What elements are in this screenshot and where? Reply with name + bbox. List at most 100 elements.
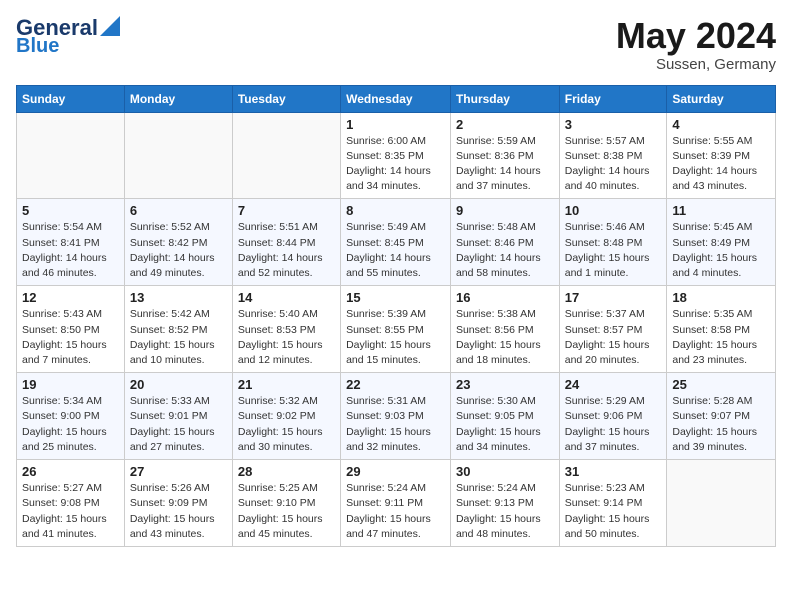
calendar-cell: 21 Sunrise: 5:32 AMSunset: 9:02 PMDayligh… <box>232 373 340 460</box>
calendar-cell: 28 Sunrise: 5:25 AMSunset: 9:10 PMDayligh… <box>232 460 340 547</box>
day-info: Sunrise: 5:32 AMSunset: 9:02 PMDaylight:… <box>238 394 335 455</box>
day-number: 26 <box>22 464 119 479</box>
day-info: Sunrise: 5:51 AMSunset: 8:44 PMDaylight:… <box>238 220 335 281</box>
day-number: 8 <box>346 203 445 218</box>
day-number: 28 <box>238 464 335 479</box>
day-number: 4 <box>672 117 770 132</box>
day-header-tuesday: Tuesday <box>232 85 340 112</box>
day-info: Sunrise: 5:25 AMSunset: 9:10 PMDaylight:… <box>238 481 335 542</box>
calendar-cell: 11 Sunrise: 5:45 AMSunset: 8:49 PMDayligh… <box>667 199 776 286</box>
calendar-cell: 16Sunrise: 5:38 AMSunset: 8:56 PMDayligh… <box>450 286 559 373</box>
day-header-saturday: Saturday <box>667 85 776 112</box>
logo-icon <box>100 16 120 36</box>
page-header: General Blue May 2024 Sussen, Germany <box>16 16 776 73</box>
day-number: 19 <box>22 377 119 392</box>
calendar-cell: 20Sunrise: 5:33 AMSunset: 9:01 PMDayligh… <box>124 373 232 460</box>
day-number: 5 <box>22 203 119 218</box>
day-info: Sunrise: 5:57 AMSunset: 8:38 PMDaylight:… <box>565 134 662 195</box>
day-number: 15 <box>346 290 445 305</box>
calendar-cell: 26Sunrise: 5:27 AMSunset: 9:08 PMDayligh… <box>17 460 125 547</box>
day-info: Sunrise: 5:30 AMSunset: 9:05 PMDaylight:… <box>456 394 554 455</box>
day-number: 11 <box>672 203 770 218</box>
calendar-cell: 9 Sunrise: 5:48 AMSunset: 8:46 PMDaylight… <box>450 199 559 286</box>
calendar-cell: 12 Sunrise: 5:43 AMSunset: 8:50 PMDayligh… <box>17 286 125 373</box>
day-number: 30 <box>456 464 554 479</box>
day-header-monday: Monday <box>124 85 232 112</box>
calendar-cell: 24 Sunrise: 5:29 AMSunset: 9:06 PMDayligh… <box>559 373 667 460</box>
day-number: 23 <box>456 377 554 392</box>
day-number: 7 <box>238 203 335 218</box>
day-header-friday: Friday <box>559 85 667 112</box>
day-number: 27 <box>130 464 227 479</box>
calendar-cell: 25 Sunrise: 5:28 AMSunset: 9:07 PMDayligh… <box>667 373 776 460</box>
day-info: Sunrise: 5:31 AMSunset: 9:03 PMDaylight:… <box>346 394 445 455</box>
day-header-sunday: Sunday <box>17 85 125 112</box>
day-info: Sunrise: 5:39 AMSunset: 8:55 PMDaylight:… <box>346 307 445 368</box>
calendar-cell: 22 Sunrise: 5:31 AMSunset: 9:03 PMDayligh… <box>341 373 451 460</box>
day-info: Sunrise: 5:35 AMSunset: 8:58 PMDaylight:… <box>672 307 770 368</box>
calendar-cell: 17Sunrise: 5:37 AMSunset: 8:57 PMDayligh… <box>559 286 667 373</box>
title-block: May 2024 Sussen, Germany <box>616 16 776 73</box>
day-info: Sunrise: 5:43 AMSunset: 8:50 PMDaylight:… <box>22 307 119 368</box>
day-info: Sunrise: 5:40 AMSunset: 8:53 PMDaylight:… <box>238 307 335 368</box>
calendar-cell: 13 Sunrise: 5:42 AMSunset: 8:52 PMDayligh… <box>124 286 232 373</box>
calendar-cell: 6 Sunrise: 5:52 AMSunset: 8:42 PMDaylight… <box>124 199 232 286</box>
calendar-cell: 3 Sunrise: 5:57 AMSunset: 8:38 PMDaylight… <box>559 112 667 199</box>
days-header-row: SundayMondayTuesdayWednesdayThursdayFrid… <box>17 85 776 112</box>
logo: General Blue <box>16 16 120 56</box>
day-number: 1 <box>346 117 445 132</box>
week-row-4: 19 Sunrise: 5:34 AMSunset: 9:00 PMDayligh… <box>17 373 776 460</box>
calendar-cell: 5Sunrise: 5:54 AMSunset: 8:41 PMDaylight… <box>17 199 125 286</box>
day-info: Sunrise: 6:00 AMSunset: 8:35 PMDaylight:… <box>346 134 445 195</box>
day-number: 25 <box>672 377 770 392</box>
day-number: 9 <box>456 203 554 218</box>
day-number: 31 <box>565 464 662 479</box>
day-number: 18 <box>672 290 770 305</box>
day-header-wednesday: Wednesday <box>341 85 451 112</box>
calendar-cell: 7 Sunrise: 5:51 AMSunset: 8:44 PMDaylight… <box>232 199 340 286</box>
day-info: Sunrise: 5:28 AMSunset: 9:07 PMDaylight:… <box>672 394 770 455</box>
day-info: Sunrise: 5:34 AMSunset: 9:00 PMDaylight:… <box>22 394 119 455</box>
calendar-cell: 31 Sunrise: 5:23 AMSunset: 9:14 PMDayligh… <box>559 460 667 547</box>
calendar-cell: 4 Sunrise: 5:55 AMSunset: 8:39 PMDaylight… <box>667 112 776 199</box>
calendar-cell: 14Sunrise: 5:40 AMSunset: 8:53 PMDayligh… <box>232 286 340 373</box>
day-number: 2 <box>456 117 554 132</box>
day-info: Sunrise: 5:46 AMSunset: 8:48 PMDaylight:… <box>565 220 662 281</box>
day-number: 3 <box>565 117 662 132</box>
week-row-5: 26Sunrise: 5:27 AMSunset: 9:08 PMDayligh… <box>17 460 776 547</box>
calendar-cell <box>124 112 232 199</box>
day-info: Sunrise: 5:26 AMSunset: 9:09 PMDaylight:… <box>130 481 227 542</box>
day-info: Sunrise: 5:45 AMSunset: 8:49 PMDaylight:… <box>672 220 770 281</box>
day-number: 29 <box>346 464 445 479</box>
day-header-thursday: Thursday <box>450 85 559 112</box>
day-info: Sunrise: 5:23 AMSunset: 9:14 PMDaylight:… <box>565 481 662 542</box>
day-info: Sunrise: 5:55 AMSunset: 8:39 PMDaylight:… <box>672 134 770 195</box>
day-number: 24 <box>565 377 662 392</box>
day-info: Sunrise: 5:33 AMSunset: 9:01 PMDaylight:… <box>130 394 227 455</box>
day-number: 16 <box>456 290 554 305</box>
calendar-cell: 23 Sunrise: 5:30 AMSunset: 9:05 PMDayligh… <box>450 373 559 460</box>
calendar-cell <box>667 460 776 547</box>
day-number: 22 <box>346 377 445 392</box>
day-info: Sunrise: 5:52 AMSunset: 8:42 PMDaylight:… <box>130 220 227 281</box>
day-info: Sunrise: 5:24 AMSunset: 9:13 PMDaylight:… <box>456 481 554 542</box>
week-row-2: 5Sunrise: 5:54 AMSunset: 8:41 PMDaylight… <box>17 199 776 286</box>
day-info: Sunrise: 5:59 AMSunset: 8:36 PMDaylight:… <box>456 134 554 195</box>
calendar-cell: 29 Sunrise: 5:24 AMSunset: 9:11 PMDayligh… <box>341 460 451 547</box>
day-number: 6 <box>130 203 227 218</box>
day-info: Sunrise: 5:42 AMSunset: 8:52 PMDaylight:… <box>130 307 227 368</box>
day-info: Sunrise: 5:24 AMSunset: 9:11 PMDaylight:… <box>346 481 445 542</box>
day-info: Sunrise: 5:48 AMSunset: 8:46 PMDaylight:… <box>456 220 554 281</box>
day-number: 10 <box>565 203 662 218</box>
calendar-cell <box>17 112 125 199</box>
day-number: 13 <box>130 290 227 305</box>
day-number: 12 <box>22 290 119 305</box>
calendar-cell: 1 Sunrise: 6:00 AMSunset: 8:35 PMDaylight… <box>341 112 451 199</box>
day-info: Sunrise: 5:29 AMSunset: 9:06 PMDaylight:… <box>565 394 662 455</box>
location-subtitle: Sussen, Germany <box>616 56 776 73</box>
day-number: 17 <box>565 290 662 305</box>
calendar-cell: 30 Sunrise: 5:24 AMSunset: 9:13 PMDayligh… <box>450 460 559 547</box>
day-info: Sunrise: 5:49 AMSunset: 8:45 PMDaylight:… <box>346 220 445 281</box>
day-number: 21 <box>238 377 335 392</box>
week-row-3: 12 Sunrise: 5:43 AMSunset: 8:50 PMDayligh… <box>17 286 776 373</box>
